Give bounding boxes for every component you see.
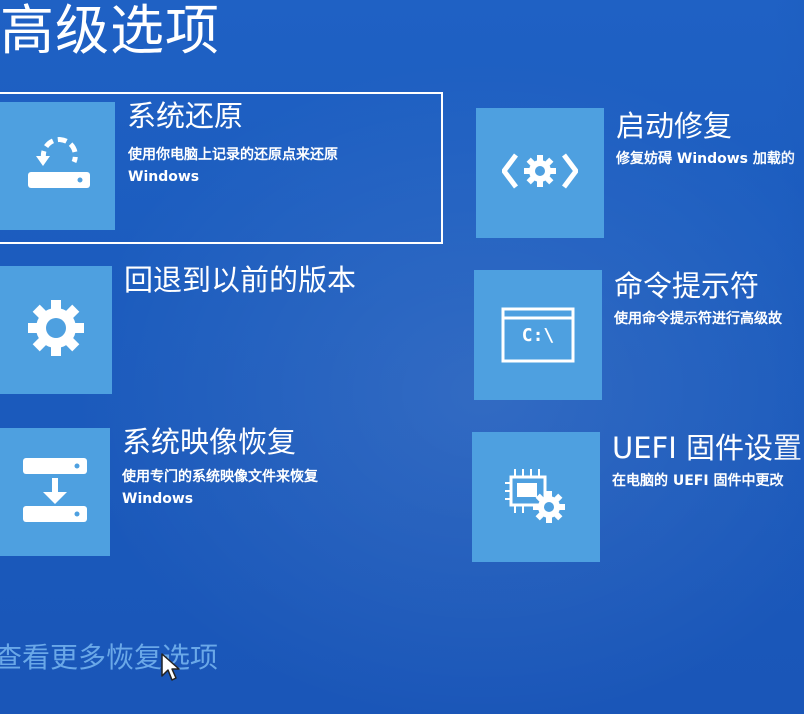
description-line: 使用你电脑上记录的还原点来还原: [128, 147, 338, 163]
option-tile: [0, 266, 112, 394]
restore-icon: [22, 134, 94, 198]
option-title: 启动修复: [616, 109, 733, 143]
mouse-cursor-icon: [160, 652, 180, 686]
option-tile: [0, 102, 115, 230]
option-description: 修复妨碍 Windows 加载的: [616, 148, 795, 170]
option-go-back[interactable]: 回退到以前的版本: [0, 266, 440, 394]
command-prompt-icon: C:\: [501, 307, 575, 363]
description-line: Windows: [128, 169, 200, 185]
description-line: 在电脑的 UEFI 固件中更改: [612, 473, 784, 489]
description-line: 使用命令提示符进行高级故: [614, 311, 782, 327]
option-description: 使用你电脑上记录的还原点来还原 Windows: [128, 144, 338, 188]
option-tile: [472, 432, 600, 562]
option-description: 使用命令提示符进行高级故: [614, 308, 782, 330]
option-command-prompt[interactable]: C:\ 命令提示符 使用命令提示符进行高级故: [474, 270, 804, 400]
option-title: 系统映像恢复: [122, 425, 297, 459]
page-title: 高级选项: [0, 0, 220, 62]
code-gear-icon: [500, 149, 580, 197]
option-uefi-firmware-settings[interactable]: UEFI 固件设置 在电脑的 UEFI 固件中更改: [472, 432, 804, 562]
description-line: 使用专门的系统映像文件来恢复: [122, 469, 318, 485]
option-tile: [476, 108, 604, 238]
option-title: UEFI 固件设置: [612, 431, 803, 465]
description-line: 修复妨碍 Windows 加载的: [616, 151, 795, 167]
command-prompt-icon-text: C:\: [521, 325, 555, 346]
gear-icon: [24, 296, 88, 364]
option-system-image-recovery[interactable]: 系统映像恢复 使用专门的系统映像文件来恢复 Windows: [0, 428, 440, 556]
description-line: Windows: [122, 491, 194, 507]
option-startup-repair[interactable]: 启动修复 修复妨碍 Windows 加载的: [476, 108, 804, 238]
more-recovery-options-link[interactable]: 查看更多恢复选项: [0, 636, 218, 676]
option-title: 系统还原: [127, 99, 244, 133]
option-description: 使用专门的系统映像文件来恢复 Windows: [122, 466, 318, 510]
option-system-restore[interactable]: 系统还原 使用你电脑上记录的还原点来还原 Windows: [0, 92, 443, 244]
option-description: 在电脑的 UEFI 固件中更改: [612, 470, 783, 492]
chip-gear-icon: [503, 465, 569, 529]
image-restore-icon: [19, 452, 91, 532]
option-title: 命令提示符: [614, 269, 760, 303]
option-title: 回退到以前的版本: [124, 263, 357, 297]
option-tile: [0, 428, 110, 556]
option-tile: C:\: [474, 270, 602, 400]
